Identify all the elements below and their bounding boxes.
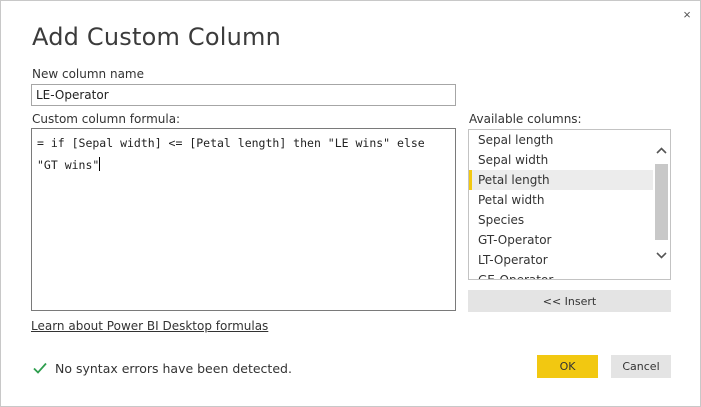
learn-formulas-link[interactable]: Learn about Power BI Desktop formulas: [31, 319, 268, 333]
chevron-down-icon[interactable]: [653, 247, 670, 264]
new-column-name-input[interactable]: [31, 84, 456, 106]
syntax-status: No syntax errors have been detected.: [32, 360, 292, 376]
dialog-title: Add Custom Column: [32, 23, 281, 51]
available-column-item[interactable]: GE-Operator: [469, 270, 653, 279]
insert-button[interactable]: << Insert: [468, 290, 671, 312]
available-columns-list[interactable]: Sepal length Sepal width Petal length Petal…: [468, 129, 671, 280]
available-columns-items: Sepal length Sepal width Petal length Petal…: [469, 130, 653, 279]
new-column-name-label: New column name: [32, 67, 145, 81]
cancel-button[interactable]: Cancel: [611, 355, 671, 378]
chevron-up-icon[interactable]: [653, 142, 670, 159]
text-caret: [99, 157, 101, 171]
formula-text: = if [Sepal width] <= [Petal length] the…: [37, 136, 432, 172]
scrollbar-thumb[interactable]: [655, 164, 668, 240]
available-column-item[interactable]: Petal width: [469, 190, 653, 210]
check-icon: [33, 362, 47, 374]
available-column-item[interactable]: Petal length: [469, 170, 653, 190]
custom-column-formula-editor[interactable]: = if [Sepal width] <= [Petal length] the…: [31, 128, 456, 311]
available-column-item[interactable]: Species: [469, 210, 653, 230]
available-column-item[interactable]: LT-Operator: [469, 250, 653, 270]
available-column-item[interactable]: Sepal width: [469, 150, 653, 170]
ok-button[interactable]: OK: [537, 355, 598, 378]
available-columns-label: Available columns:: [469, 112, 582, 126]
available-column-item[interactable]: Sepal length: [469, 130, 653, 150]
close-icon[interactable]: ×: [680, 7, 694, 23]
available-column-item[interactable]: GT-Operator: [469, 230, 653, 250]
syntax-status-text: No syntax errors have been detected.: [55, 360, 292, 376]
add-custom-column-dialog: × Add Custom Column New column name Cust…: [0, 0, 701, 407]
custom-column-formula-label: Custom column formula:: [32, 112, 181, 126]
available-columns-scrollbar[interactable]: [653, 130, 670, 279]
